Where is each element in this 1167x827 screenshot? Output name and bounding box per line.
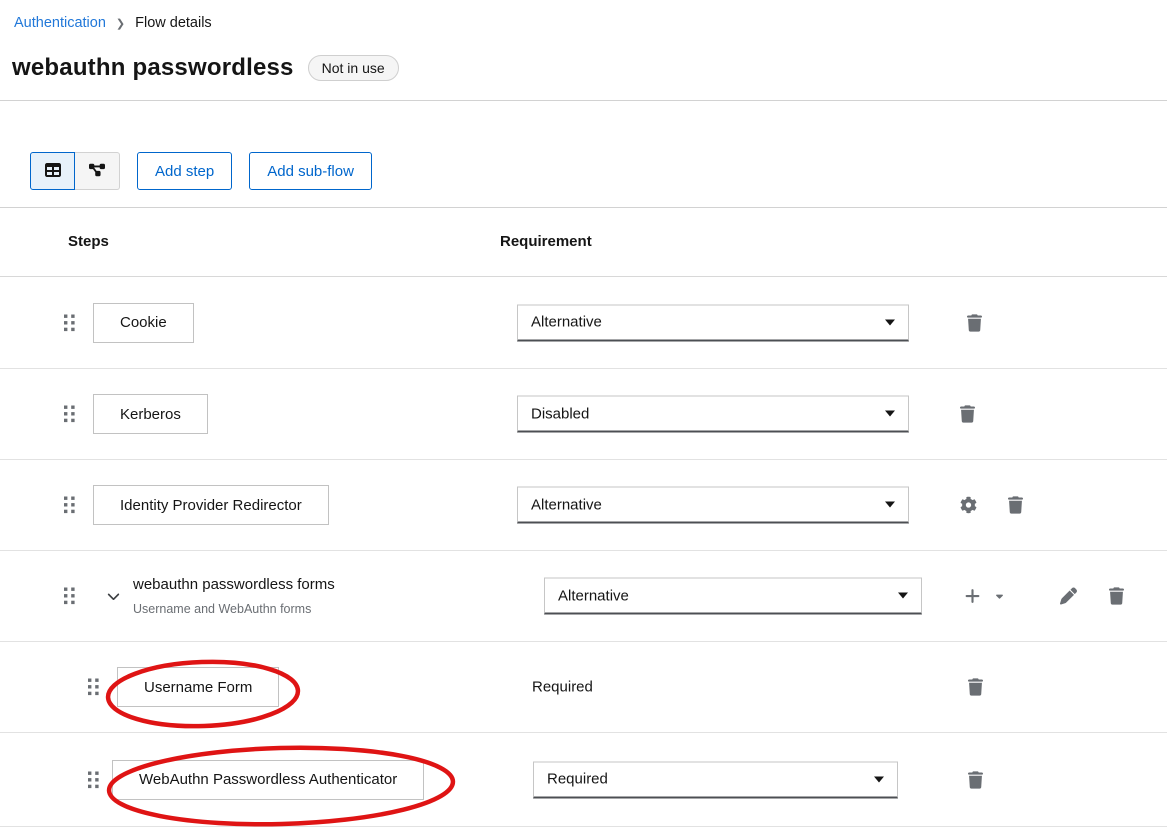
drag-handle-icon[interactable]: [64, 314, 75, 331]
caret-down-icon: [885, 411, 895, 417]
view-toggle-group: [30, 152, 120, 190]
delete-button[interactable]: [1006, 494, 1025, 516]
breadcrumb-current: Flow details: [135, 15, 212, 31]
delete-button[interactable]: [1107, 585, 1126, 607]
step-row: Kerberos Disabled: [0, 369, 1167, 460]
requirement-value: Alternative: [558, 587, 629, 604]
subflow-name: webauthn passwordless forms: [133, 576, 335, 593]
requirement-value: Required: [547, 771, 608, 788]
requirement-value: Disabled: [531, 405, 589, 422]
drag-handle-icon[interactable]: [88, 679, 99, 696]
flow-details-page: Authentication ❯ Flow details webauthn p…: [0, 0, 1167, 827]
toolbar: Add step Add sub-flow: [30, 152, 372, 190]
requirement-value: Alternative: [531, 496, 602, 513]
requirement-select[interactable]: Alternative: [544, 578, 922, 615]
drag-handle-icon[interactable]: [64, 588, 75, 605]
trash-icon: [968, 777, 983, 792]
delete-button[interactable]: [958, 403, 977, 425]
subflow-description: Username and WebAuthn forms: [133, 602, 335, 616]
diagram-view-icon: [89, 162, 105, 181]
caret-down-icon: [874, 776, 884, 782]
delete-button[interactable]: [965, 312, 984, 334]
plus-icon: [964, 588, 981, 605]
title-row: webauthn passwordless Not in use: [12, 54, 399, 82]
step-button[interactable]: Kerberos: [93, 394, 208, 434]
requirement-select[interactable]: Required: [533, 761, 898, 798]
subflow-row: webauthn passwordless forms Username and…: [0, 551, 1167, 642]
add-subflow-button[interactable]: Add sub-flow: [249, 152, 372, 190]
caret-down-icon: [994, 591, 1005, 602]
add-step-to-subflow-button[interactable]: [962, 586, 1007, 607]
step-row: Identity Provider Redirector Alternative: [0, 460, 1167, 551]
page-title: webauthn passwordless: [12, 54, 294, 82]
not-in-use-badge: Not in use: [308, 55, 399, 81]
step-button[interactable]: Identity Provider Redirector: [93, 485, 329, 525]
edit-button[interactable]: [1058, 586, 1079, 607]
step-button[interactable]: WebAuthn Passwordless Authenticator: [112, 760, 424, 800]
trash-icon: [1109, 593, 1124, 608]
step-row: Username Form Required: [0, 642, 1167, 733]
requirement-select[interactable]: Alternative: [517, 487, 909, 524]
trash-icon: [1008, 502, 1023, 517]
trash-icon: [967, 320, 982, 335]
delete-button[interactable]: [966, 769, 985, 791]
steps-column-header: Steps: [68, 233, 109, 250]
trash-icon: [968, 684, 983, 699]
requirement-select[interactable]: Alternative: [517, 304, 909, 341]
requirement-select[interactable]: Disabled: [517, 396, 909, 433]
header-divider: [0, 100, 1167, 101]
delete-button[interactable]: [966, 676, 985, 698]
requirement-text: Required: [532, 679, 593, 696]
settings-button[interactable]: [958, 495, 979, 516]
expand-toggle-chevron-down-icon[interactable]: [103, 586, 124, 607]
pen-icon: [1060, 593, 1077, 608]
breadcrumb-separator-icon: ❯: [116, 16, 125, 30]
step-row: WebAuthn Passwordless Authenticator Requ…: [0, 733, 1167, 827]
table-view-icon: [45, 162, 61, 181]
drag-handle-icon[interactable]: [64, 497, 75, 514]
requirement-value: Alternative: [531, 314, 602, 331]
step-button[interactable]: Cookie: [93, 303, 194, 343]
subflow-info: webauthn passwordless forms Username and…: [133, 576, 335, 616]
breadcrumb: Authentication ❯ Flow details: [14, 15, 212, 31]
breadcrumb-authentication-link[interactable]: Authentication: [14, 15, 106, 31]
cog-icon: [960, 502, 977, 517]
diagram-view-toggle[interactable]: [75, 152, 120, 190]
step-row: Cookie Alternative: [0, 277, 1167, 369]
caret-down-icon: [885, 319, 895, 325]
requirement-column-header: Requirement: [500, 233, 592, 250]
add-step-button[interactable]: Add step: [137, 152, 232, 190]
step-button[interactable]: Username Form: [117, 667, 279, 707]
drag-handle-icon[interactable]: [88, 771, 99, 788]
table-view-toggle[interactable]: [30, 152, 75, 190]
drag-handle-icon[interactable]: [64, 406, 75, 423]
trash-icon: [960, 411, 975, 426]
caret-down-icon: [898, 593, 908, 599]
caret-down-icon: [885, 502, 895, 508]
toolbar-divider: [0, 207, 1167, 208]
